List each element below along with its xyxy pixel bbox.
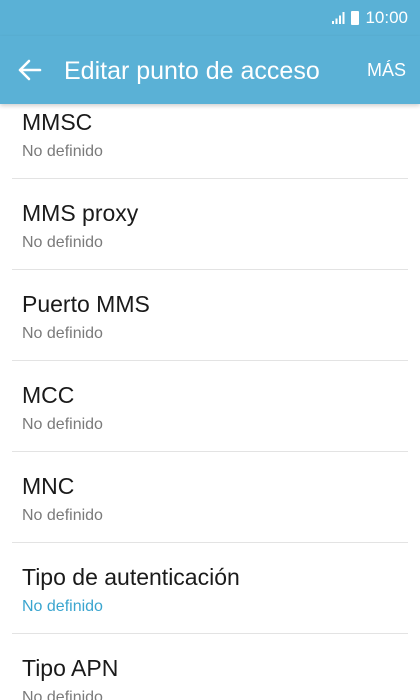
setting-title: Puerto MMS [22,291,150,317]
setting-value: No definido [22,143,103,160]
settings-list[interactable]: MMSC No definido MMS proxy No definido P… [0,104,420,700]
setting-title: MNC [22,473,75,499]
back-arrow-icon [18,59,42,81]
setting-mms-proxy[interactable]: MMS proxy No definido [12,179,408,270]
settings-list-content: MMSC No definido MMS proxy No definido P… [0,104,420,700]
setting-title: Tipo APN [22,655,119,681]
status-bar: 10:00 [0,0,420,36]
setting-mcc[interactable]: MCC No definido [12,361,408,452]
setting-value: No definido [22,234,103,251]
setting-title: MCC [22,382,75,408]
setting-apn-type[interactable]: Tipo APN No definido [12,634,408,700]
setting-auth-type[interactable]: Tipo de autenticación No definido [12,543,408,634]
status-time: 10:00 [365,8,408,27]
back-button[interactable] [12,54,50,86]
setting-mmsc[interactable]: MMSC No definido [12,104,408,179]
setting-value: No definido [22,598,103,615]
setting-value: No definido [22,416,103,433]
setting-value: No definido [22,689,103,700]
more-button[interactable]: MÁS [367,58,406,82]
app-bar: Editar punto de acceso MÁS [0,36,420,104]
setting-value: No definido [22,325,103,342]
status-icons: 10:00 [331,7,408,29]
setting-value: No definido [22,507,103,524]
battery-icon [351,11,360,25]
setting-title: Tipo de autenticación [22,564,240,590]
setting-mms-port[interactable]: Puerto MMS No definido [12,270,408,361]
setting-mnc[interactable]: MNC No definido [12,452,408,543]
setting-title: MMS proxy [22,200,139,226]
page-title: Editar punto de acceso [64,57,320,85]
setting-title: MMSC [22,109,93,135]
signal-icon [332,12,345,24]
